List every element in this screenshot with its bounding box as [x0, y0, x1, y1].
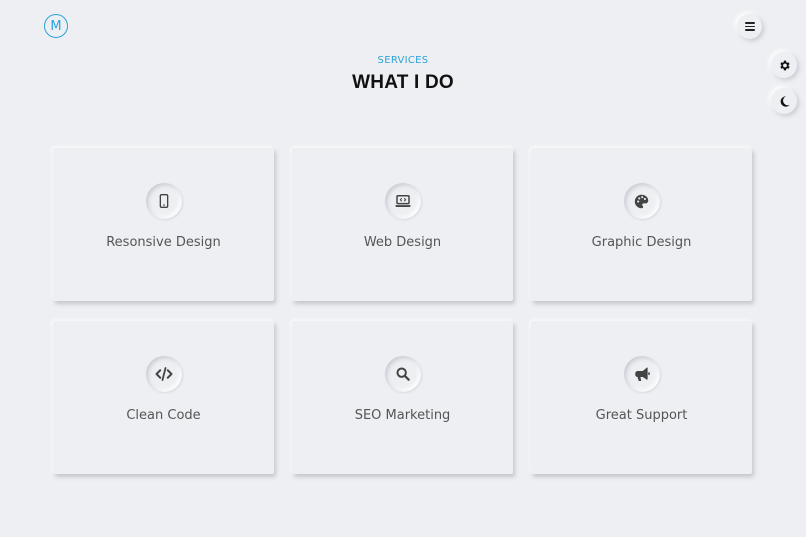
menu-button[interactable] — [737, 14, 762, 39]
service-icon-wrap — [623, 183, 660, 219]
service-card[interactable]: Great Support — [531, 321, 752, 474]
search-icon — [395, 367, 410, 381]
service-icon-wrap — [623, 356, 660, 392]
section-header: SERVICES WHAT I DO — [0, 54, 806, 94]
service-label: SEO Marketing — [354, 408, 451, 423]
mobile-phone-icon — [159, 194, 168, 208]
section-kicker: SERVICES — [377, 55, 429, 66]
service-label: Graphic Design — [591, 235, 692, 250]
service-label: Web Design — [363, 235, 442, 250]
logo-letter: M — [50, 18, 62, 34]
code-icon — [155, 367, 172, 381]
service-icon-wrap — [384, 356, 421, 392]
service-card[interactable]: Graphic Design — [531, 148, 752, 301]
service-card[interactable]: Clean Code — [53, 321, 274, 474]
logo[interactable]: M — [44, 14, 68, 38]
section-title: WHAT I DO — [352, 72, 454, 93]
laptop-code-icon — [395, 195, 410, 207]
service-icon-wrap — [384, 183, 421, 219]
service-label: Resonsive Design — [106, 235, 221, 250]
service-card[interactable]: SEO Marketing — [292, 321, 513, 474]
service-icon-wrap — [145, 356, 182, 392]
service-label: Great Support — [595, 408, 688, 423]
services-grid: Resonsive Design Web Design Graphic Desi… — [53, 148, 753, 474]
megaphone-icon — [634, 367, 650, 381]
service-icon-wrap — [145, 183, 182, 219]
palette-icon — [634, 194, 649, 208]
hamburger-icon — [744, 22, 755, 31]
service-card[interactable]: Resonsive Design — [53, 148, 274, 301]
service-card[interactable]: Web Design — [292, 148, 513, 301]
service-label: Clean Code — [126, 408, 201, 423]
moon-icon — [780, 95, 790, 107]
